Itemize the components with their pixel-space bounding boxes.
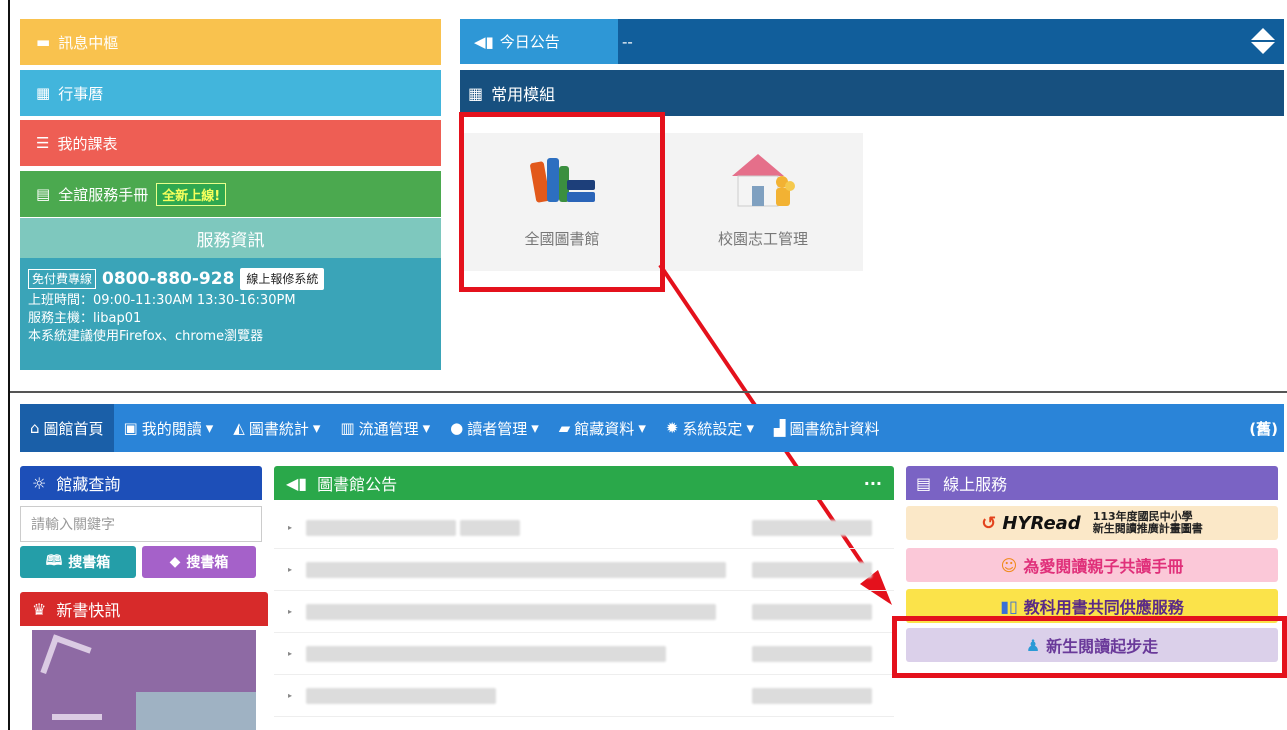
book-icon: ▰ bbox=[558, 419, 571, 437]
nav-collection[interactable]: ▰ 館藏資料 ▾ bbox=[549, 404, 656, 452]
nav-label: 館藏資料 bbox=[574, 419, 635, 438]
parent-child-reading-banner[interactable]: ☺ 為愛閱讀親子共讀手冊 bbox=[906, 548, 1278, 582]
caret-down-icon: ▾ bbox=[422, 419, 431, 437]
crown-icon: ♛ bbox=[32, 599, 47, 619]
new-book-cover[interactable] bbox=[32, 630, 256, 730]
barcode-icon: ▥ bbox=[340, 419, 355, 437]
list-item[interactable]: ▸ bbox=[274, 507, 894, 549]
keyword-search-input[interactable]: 請輸入關鍵字 bbox=[20, 506, 262, 542]
caret-down-icon: ▾ bbox=[638, 419, 646, 437]
hyread-line2: 新生閱讀推廣計畫圖書 bbox=[1092, 522, 1203, 535]
list-item[interactable]: ▸ bbox=[274, 591, 894, 633]
nav-label: 流通管理 bbox=[358, 419, 419, 438]
nav-label: 系統設定 bbox=[682, 419, 743, 438]
megaphone-icon: ◀▮ bbox=[286, 473, 308, 493]
caret-down-icon: ▾ bbox=[312, 419, 321, 437]
list-item[interactable]: ▸ bbox=[274, 549, 894, 591]
hyread-banner[interactable]: ↺ HYRead 113年度國民中小學 新生閱讀推廣計畫圖書 bbox=[906, 506, 1278, 540]
bar-chart-icon: ▟ bbox=[773, 419, 786, 437]
library-announcements-header: ◀▮ 圖書館公告 ··· bbox=[274, 466, 894, 500]
nav-label: 讀者管理 bbox=[467, 419, 528, 438]
nav-readers[interactable]: ● 讀者管理 ▾ bbox=[440, 404, 549, 452]
nav-my-reading[interactable]: ▣ 我的閱讀 ▾ bbox=[114, 404, 224, 452]
nav-label: 圖書統計資料 bbox=[789, 419, 880, 438]
textbook-icon: ▮▯ bbox=[1000, 596, 1018, 616]
caret-down-icon: ▾ bbox=[205, 419, 214, 437]
nav-stats-data[interactable]: ▟ 圖書統計資料 bbox=[764, 404, 890, 452]
divider bbox=[10, 391, 1287, 393]
banner-label: 教科用書共同供應服務 bbox=[1023, 598, 1184, 617]
search-box-label: 搜書箱 bbox=[186, 555, 229, 571]
search-box-label: 搜書箱 bbox=[68, 555, 111, 571]
lightbulb-icon: ☼ bbox=[32, 473, 47, 493]
caret-down-icon: ▾ bbox=[531, 419, 539, 437]
collection-search-header: ☼ 館藏查詢 bbox=[20, 466, 262, 500]
family-reading-icon: ☺ bbox=[1000, 555, 1018, 575]
gear-icon: ✹ bbox=[665, 419, 679, 437]
old-version-link[interactable]: (舊) bbox=[1249, 418, 1284, 439]
hyread-logo-icon: ↺ bbox=[981, 512, 997, 534]
new-books-title: 新書快訊 bbox=[56, 601, 121, 620]
new-books-header: ♛ 新書快訊 bbox=[20, 592, 268, 626]
nav-label: 圖書統計 bbox=[248, 419, 309, 438]
nav-book-stats[interactable]: ◭ 圖書統計 ▾ bbox=[223, 404, 330, 452]
home-icon: ⌂ bbox=[30, 419, 40, 437]
user-icon: ● bbox=[450, 419, 464, 437]
nav-settings[interactable]: ✹ 系統設定 ▾ bbox=[656, 404, 764, 452]
online-services-title: 線上服務 bbox=[943, 475, 1008, 494]
nav-label: 我的閱讀 bbox=[141, 419, 202, 438]
online-services-header: ▤ 線上服務 bbox=[906, 466, 1278, 500]
search-box-button-2[interactable]: ◆ 搜書箱 bbox=[142, 546, 256, 578]
list-item[interactable]: ▸ bbox=[274, 633, 894, 675]
highlight-box bbox=[892, 616, 1287, 678]
more-button[interactable]: ··· bbox=[864, 474, 882, 493]
list-item[interactable]: ▸ bbox=[274, 675, 894, 717]
library-announcements-title: 圖書館公告 bbox=[317, 475, 398, 494]
nav-home[interactable]: ⌂ 圖館首頁 bbox=[20, 404, 114, 452]
hyread-logo: HYRead bbox=[1002, 512, 1081, 534]
nav-label: 圖館首頁 bbox=[43, 419, 104, 438]
document-icon: ▤ bbox=[916, 473, 932, 493]
nav-circulation[interactable]: ▥ 流通管理 ▾ bbox=[330, 404, 440, 452]
banner-label: 為愛閱讀親子共讀手冊 bbox=[1023, 557, 1184, 576]
open-book-icon: 🕮 bbox=[45, 553, 63, 569]
user-card-icon: ▣ bbox=[123, 419, 138, 437]
caret-down-icon: ▾ bbox=[746, 419, 754, 437]
graduation-cap-icon: ◆ bbox=[169, 554, 181, 570]
main-navbar: ⌂ 圖館首頁 ▣ 我的閱讀 ▾ ◭ 圖書統計 ▾ ▥ 流通管理 ▾ ● 讀者管理… bbox=[20, 404, 1284, 452]
collection-search-title: 館藏查詢 bbox=[56, 475, 121, 494]
announcement-list: ▸ ▸ ▸ ▸ ▸ bbox=[274, 507, 894, 717]
search-box-button-1[interactable]: 🕮 搜書箱 bbox=[20, 546, 136, 578]
area-chart-icon: ◭ bbox=[233, 419, 245, 437]
